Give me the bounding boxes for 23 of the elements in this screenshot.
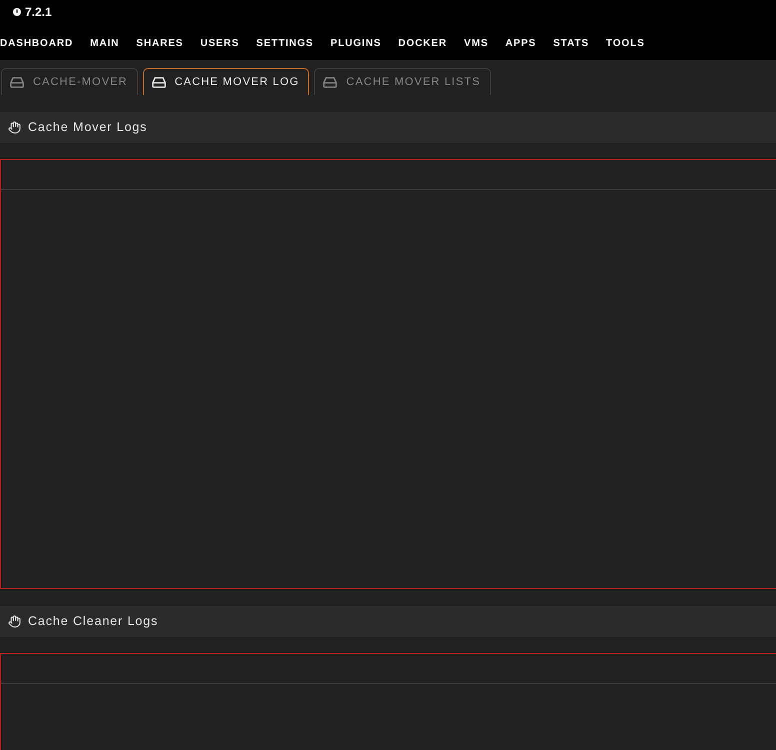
- nav-link[interactable]: USERS: [200, 36, 240, 50]
- hand-icon: [8, 615, 21, 628]
- hand-icon: [8, 121, 21, 134]
- nav-link[interactable]: DASHBOARD: [0, 36, 74, 50]
- drive-icon: [152, 76, 166, 88]
- nav-link[interactable]: VMS: [464, 36, 488, 50]
- nav-link[interactable]: STATS: [553, 36, 590, 50]
- nav-link[interactable]: MAIN: [90, 36, 120, 50]
- version-label: 7.2.1: [25, 4, 52, 20]
- nav-link[interactable]: TOOLS: [606, 36, 645, 50]
- drive-icon: [323, 76, 338, 88]
- drive-icon: [10, 76, 24, 88]
- nav-link[interactable]: SHARES: [136, 36, 184, 50]
- section-title: Cache Mover Logs: [28, 119, 148, 136]
- tab[interactable]: CACHE MOVER LOG: [142, 68, 310, 95]
- nav-link[interactable]: DOCKER: [398, 36, 448, 50]
- nav-link[interactable]: PLUGINS: [330, 36, 382, 50]
- tab[interactable]: CACHE-MOVER: [1, 68, 138, 95]
- section-title: Cache Cleaner Logs: [28, 613, 158, 630]
- nav-link[interactable]: SETTINGS: [256, 36, 314, 50]
- nav-link[interactable]: APPS: [505, 36, 536, 50]
- tab[interactable]: CACHE MOVER LISTS: [314, 68, 491, 95]
- info-icon: [13, 8, 21, 16]
